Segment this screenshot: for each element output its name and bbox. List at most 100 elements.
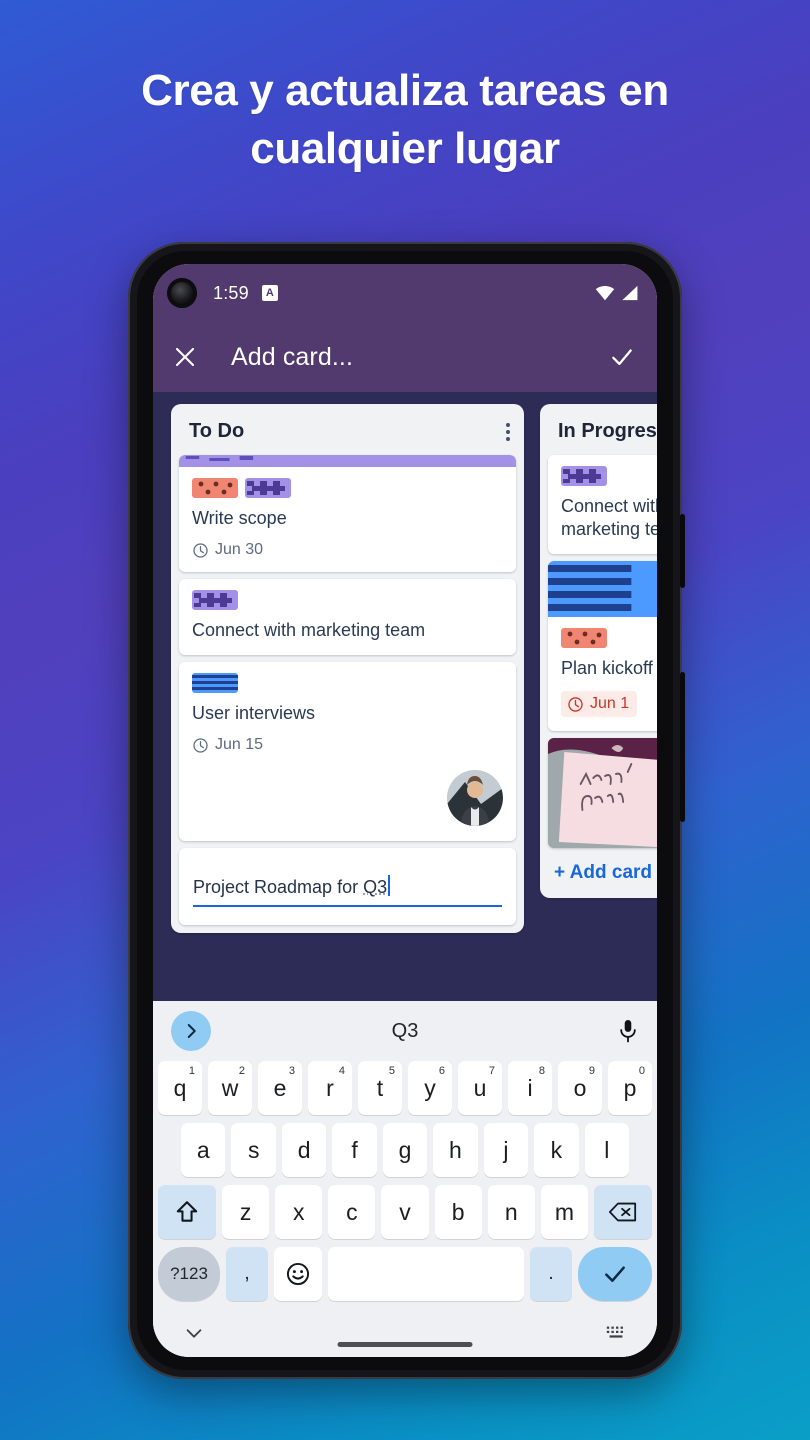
phone-screen: 1:59 A Add card... To Do Write scope Jun… (153, 264, 657, 1357)
card-connect-marketing-progress[interactable]: Connect with marketing team (548, 455, 657, 555)
card-labels (192, 590, 503, 611)
navigation-bar (153, 1309, 657, 1357)
card-sticky-note-image[interactable] (548, 737, 657, 848)
key-t[interactable]: t5 (358, 1061, 402, 1115)
clock-icon (193, 542, 208, 558)
card-body: Connect with marketing team (548, 455, 657, 554)
key-q[interactable]: q1 (158, 1061, 202, 1115)
key-u[interactable]: u7 (458, 1061, 502, 1115)
card-body: Plan kickoff Jun 1 (548, 617, 657, 731)
card-due-date-overdue: Jun 1 (561, 691, 638, 718)
card-write-scope[interactable]: Write scope Jun 30 (179, 455, 516, 573)
shift-icon[interactable] (158, 1185, 216, 1239)
key-n[interactable]: n (487, 1185, 535, 1239)
card-connect-marketing[interactable]: Connect with marketing team (179, 579, 516, 656)
card-due-date: Jun 30 (192, 541, 503, 559)
chevron-down-icon[interactable] (183, 1322, 205, 1344)
key-number: 1 (188, 1065, 195, 1077)
card-labels (192, 478, 503, 498)
key-k[interactable]: k (534, 1123, 579, 1177)
card-labels (561, 466, 657, 486)
emoji-icon[interactable] (274, 1247, 322, 1301)
volume-button[interactable] (680, 514, 685, 588)
avatar[interactable] (447, 770, 503, 827)
key-r[interactable]: r4 (308, 1061, 352, 1115)
key-e[interactable]: e3 (258, 1061, 302, 1115)
key-d[interactable]: d (281, 1123, 327, 1177)
key-g[interactable]: g (382, 1123, 428, 1177)
home-indicator[interactable] (337, 1342, 473, 1347)
key-label: r (326, 1074, 334, 1101)
key-label: w (221, 1074, 239, 1101)
card-cover-image (548, 737, 657, 848)
symbols-key[interactable]: ?123 (158, 1247, 220, 1301)
card-title: Plan kickoff (561, 658, 653, 679)
list-in-progress[interactable]: In Progress Connect with marketing team (540, 404, 657, 898)
keyboard-row-3: z x c v b n m (153, 1185, 657, 1239)
label-purple-zigzag (245, 478, 291, 498)
cover-pattern (185, 456, 254, 461)
microphone-icon[interactable] (617, 1018, 639, 1044)
key-s[interactable]: s (231, 1123, 276, 1177)
compose-text: Project Roadmap for Q3 (193, 877, 388, 898)
key-o[interactable]: o9 (558, 1061, 602, 1115)
label-purple-zigzag (561, 466, 607, 486)
key-y[interactable]: y6 (408, 1061, 452, 1115)
comma-key[interactable]: , (226, 1247, 268, 1301)
compose-card[interactable]: Project Roadmap for Q3 (179, 848, 516, 926)
list-to-do[interactable]: To Do Write scope Jun 30 Connect with ma… (171, 404, 524, 934)
card-cover-blue-stripes (548, 561, 657, 618)
key-w[interactable]: w2 (208, 1061, 252, 1115)
status-icons (595, 285, 639, 301)
key-number: 5 (388, 1065, 395, 1077)
keyboard[interactable]: Q3 q1 w2 e3 r4 t5 y6 u7 i8 o9 p0 a s d f (153, 1001, 657, 1357)
key-x[interactable]: x (275, 1185, 323, 1239)
keyboard-row-4: ?123 , . (153, 1247, 657, 1301)
suggestion-word[interactable]: Q3 (153, 1020, 657, 1043)
key-label: t (376, 1074, 384, 1101)
add-card-button[interactable]: + Add card (540, 848, 657, 890)
card-title-input[interactable]: Project Roadmap for Q3 (193, 872, 502, 908)
close-icon[interactable] (173, 345, 197, 369)
suggestion-bar: Q3 (153, 1001, 657, 1061)
key-v[interactable]: v (381, 1185, 429, 1239)
due-text: Jun 30 (215, 541, 264, 559)
card-list: Write scope Jun 30 Connect with marketin… (171, 455, 524, 926)
key-p[interactable]: p0 (608, 1061, 652, 1115)
clock-icon (193, 737, 208, 753)
key-number: 3 (288, 1065, 295, 1077)
confirm-check-icon[interactable] (609, 344, 635, 370)
spellcheck-word: Q3 (363, 877, 388, 898)
key-m[interactable]: m (540, 1185, 588, 1239)
enter-check-icon[interactable] (578, 1247, 652, 1301)
key-label: q (173, 1074, 187, 1101)
key-number: 7 (488, 1065, 495, 1077)
card-title: Write scope (192, 508, 287, 528)
card-body: Write scope Jun 30 (179, 467, 516, 572)
status-clock: 1:59 (213, 282, 249, 303)
board[interactable]: To Do Write scope Jun 30 Connect with ma… (153, 392, 657, 1001)
card-plan-kickoff[interactable]: Plan kickoff Jun 1 (548, 561, 657, 731)
list-title: In Progress (558, 420, 657, 442)
key-i[interactable]: i8 (508, 1061, 552, 1115)
more-vertical-icon[interactable] (506, 422, 510, 441)
key-h[interactable]: h (433, 1123, 478, 1177)
backspace-icon[interactable] (593, 1185, 652, 1239)
key-j[interactable]: j (483, 1123, 529, 1177)
space-key[interactable] (328, 1247, 524, 1301)
key-z[interactable]: z (222, 1185, 270, 1239)
key-c[interactable]: c (328, 1185, 376, 1239)
key-label: p (623, 1074, 637, 1101)
key-a[interactable]: a (181, 1123, 226, 1177)
period-key[interactable]: . (530, 1247, 572, 1301)
power-button[interactable] (680, 672, 685, 822)
key-l[interactable]: l (584, 1123, 629, 1177)
key-number: 0 (638, 1065, 645, 1077)
key-f[interactable]: f (332, 1123, 377, 1177)
list-header: To Do (171, 404, 524, 455)
keyboard-switch-icon[interactable] (605, 1324, 627, 1342)
key-b[interactable]: b (434, 1185, 482, 1239)
text-caret (388, 875, 391, 897)
label-purple-zigzag (192, 590, 238, 611)
card-user-interviews[interactable]: User interviews Jun 15 (179, 662, 516, 842)
